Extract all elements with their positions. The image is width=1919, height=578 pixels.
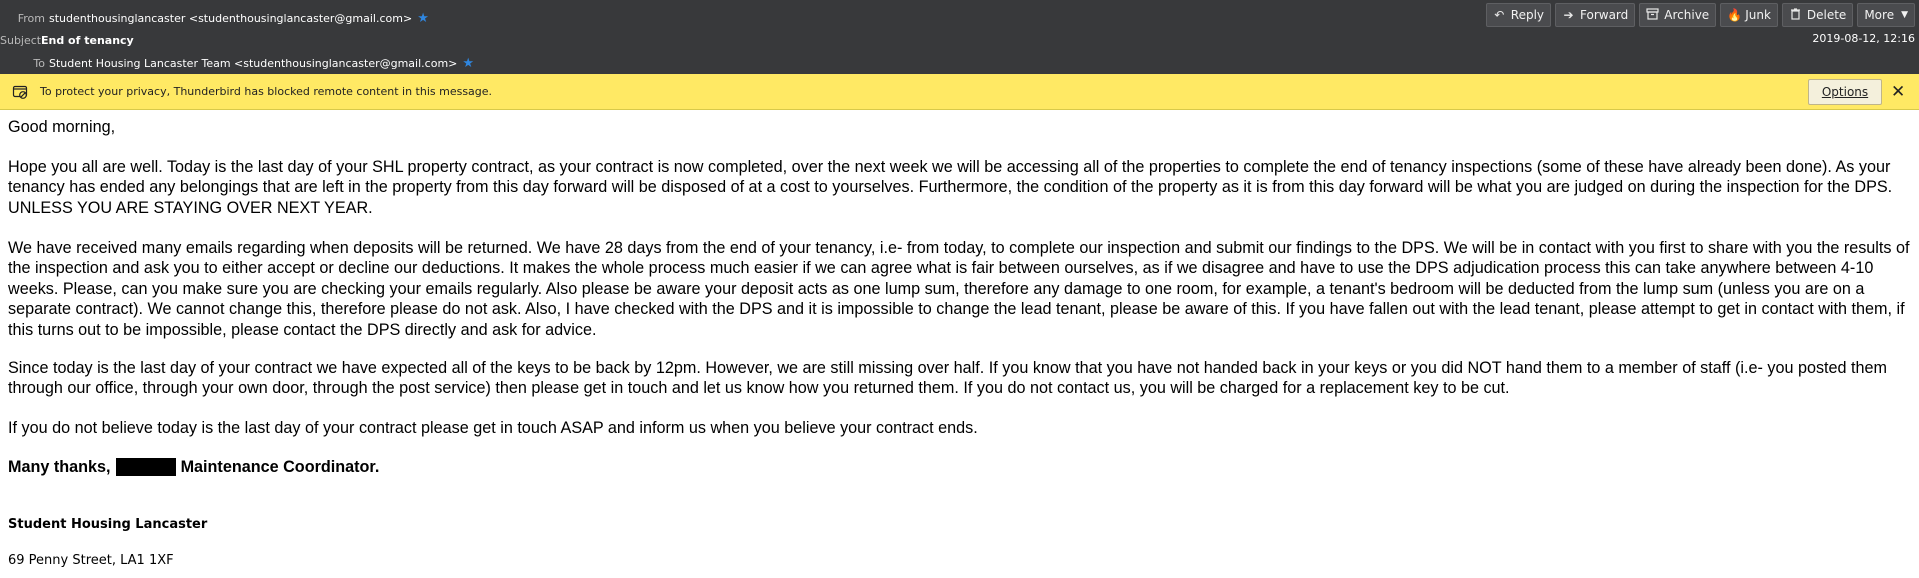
delete-button[interactable]: Delete <box>1781 3 1854 27</box>
notification-text: To protect your privacy, Thunderbird has… <box>40 85 493 98</box>
message-date: 2019-08-12, 12:16 <box>1812 32 1915 45</box>
reply-label: Reply <box>1510 8 1545 22</box>
archive-button[interactable]: Archive <box>1639 3 1717 27</box>
signature-name: Student Housing Lancaster <box>8 517 208 532</box>
redaction-block <box>115 458 176 477</box>
from-row: From studenthousinglancaster <studenthou… <box>0 9 429 27</box>
more-button[interactable]: More ▼ <box>1857 3 1915 27</box>
signature-address: 69 Penny Street, LA1 1XF <box>8 553 174 568</box>
forward-label: Forward <box>1580 8 1629 22</box>
archive-icon <box>1646 7 1659 23</box>
to-label: To <box>33 56 45 70</box>
forward-button[interactable]: ➔ Forward <box>1555 3 1636 27</box>
forward-icon: ➔ <box>1563 8 1574 22</box>
close-icon[interactable]: ✕ <box>1891 82 1905 102</box>
options-button[interactable]: Options <box>1808 79 1882 105</box>
signoff: Many thanks, Maintenance Coordinator. <box>8 457 379 477</box>
star-icon[interactable]: ★ <box>462 57 474 70</box>
role-text: Maintenance Coordinator. <box>180 458 380 476</box>
subject-value: End of tenancy <box>41 33 134 47</box>
thanks-text: Many thanks, <box>8 458 111 476</box>
paragraph-contract: Hope you all are well. Today is the last… <box>8 158 1893 217</box>
junk-icon: 🔥 <box>1727 8 1743 22</box>
to-row: To Student Housing Lancaster Team <stude… <box>0 54 474 72</box>
to-value[interactable]: Student Housing Lancaster Team <studenth… <box>49 57 457 70</box>
paragraph-deposits: We have received many emails regarding w… <box>8 239 1910 339</box>
greeting: Good morning, <box>8 118 116 136</box>
junk-label: Junk <box>1745 8 1771 22</box>
subject-label: Subject <box>0 33 42 47</box>
trash-icon <box>1789 7 1802 23</box>
star-icon[interactable]: ★ <box>417 12 429 25</box>
remote-content-notification: To protect your privacy, Thunderbird has… <box>0 74 1919 110</box>
paragraph-contract-end: If you do not believe today is the last … <box>8 419 978 437</box>
paragraph-keys: Since today is the last day of your cont… <box>8 359 1888 398</box>
message-toolbar: ↶ Reply ➔ Forward Archive 🔥 Junk Delete … <box>1485 3 1915 27</box>
message-header: From studenthousinglancaster <studenthou… <box>0 0 1919 74</box>
more-label: More <box>1864 8 1895 22</box>
delete-label: Delete <box>1806 8 1847 22</box>
reply-icon: ↶ <box>1494 8 1505 22</box>
chevron-down-icon: ▼ <box>1901 10 1908 20</box>
junk-button[interactable]: 🔥 Junk <box>1720 3 1778 27</box>
from-label: From <box>17 11 45 25</box>
from-value[interactable]: studenthousinglancaster <studenthousingl… <box>49 12 412 25</box>
blocked-content-icon <box>12 84 28 100</box>
reply-button[interactable]: ↶ Reply <box>1485 3 1552 27</box>
archive-label: Archive <box>1664 8 1710 22</box>
subject-row: Subject End of tenancy <box>0 31 134 49</box>
